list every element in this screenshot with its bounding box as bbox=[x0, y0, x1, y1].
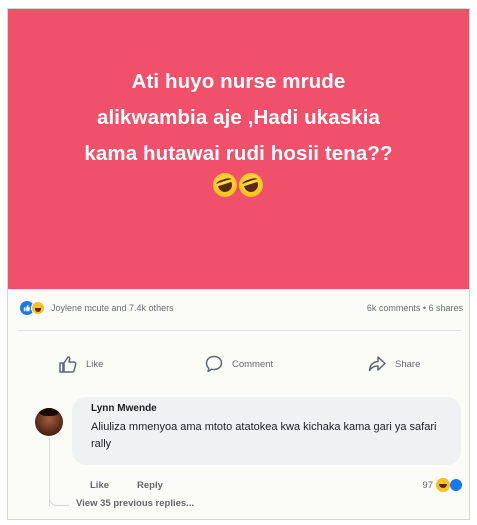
comment-reply-button[interactable]: Reply bbox=[137, 480, 163, 491]
share-button-label: Share bbox=[395, 358, 421, 370]
post-text-line: alikwambia aje ,Hadi ukaskia bbox=[96, 106, 381, 129]
post-emoji-group bbox=[209, 169, 267, 201]
comment-button[interactable]: Comment bbox=[204, 352, 273, 376]
post-actions: Like Comment Share bbox=[0, 352, 477, 376]
comment-reaction-count: 97 bbox=[422, 479, 433, 491]
laughing-tears-emoji-icon bbox=[209, 169, 241, 201]
thumbs-up-icon bbox=[59, 356, 77, 373]
haha-reaction-icon bbox=[436, 478, 450, 492]
reactions-summary[interactable]: Joylene mcute and 7.4k others 6k comment… bbox=[20, 300, 463, 316]
post-text-banner: Ati huyo nurse mrude alikwambia aje ,Had… bbox=[8, 9, 469, 289]
share-arrow-icon bbox=[368, 356, 386, 372]
view-previous-replies-link[interactable]: View 35 previous replies... bbox=[76, 498, 194, 509]
comment: Lynn Mwende Aliuliza mmenyoa ama mtoto a… bbox=[35, 394, 465, 474]
like-reaction-icon bbox=[449, 478, 463, 492]
comment-share-counts[interactable]: 6k comments • 6 shares bbox=[367, 303, 463, 313]
comment-reactions[interactable]: 97 bbox=[422, 478, 463, 492]
comment-bubble: Lynn Mwende Aliuliza mmenyoa ama mtoto a… bbox=[72, 397, 461, 465]
reactors-text[interactable]: Joylene mcute and 7.4k others bbox=[51, 303, 174, 313]
post-text-line: kama hutawai rudi hosii tena?? bbox=[84, 142, 393, 165]
comment-author[interactable]: Lynn Mwende bbox=[91, 403, 157, 414]
share-button[interactable]: Share bbox=[367, 352, 420, 376]
laughing-tears-emoji-icon bbox=[235, 169, 267, 201]
haha-reaction-icon bbox=[31, 301, 45, 315]
comment-like-button[interactable]: Like bbox=[90, 480, 109, 491]
post-text: Ati huyo nurse mrude alikwambia aje ,Had… bbox=[28, 64, 449, 172]
like-button[interactable]: Like bbox=[58, 352, 103, 376]
like-button-label: Like bbox=[86, 358, 104, 370]
comment-icon bbox=[205, 355, 223, 373]
divider bbox=[18, 330, 461, 331]
comment-button-label: Comment bbox=[232, 358, 274, 370]
comment-actions: Like Reply 97 bbox=[90, 476, 463, 494]
avatar[interactable] bbox=[35, 408, 63, 436]
post-text-line: Ati huyo nurse mrude bbox=[131, 70, 346, 93]
thread-connector bbox=[49, 488, 69, 506]
comment-text: Aliuliza mmenyoa ama mtoto atatokea kwa … bbox=[91, 421, 437, 450]
